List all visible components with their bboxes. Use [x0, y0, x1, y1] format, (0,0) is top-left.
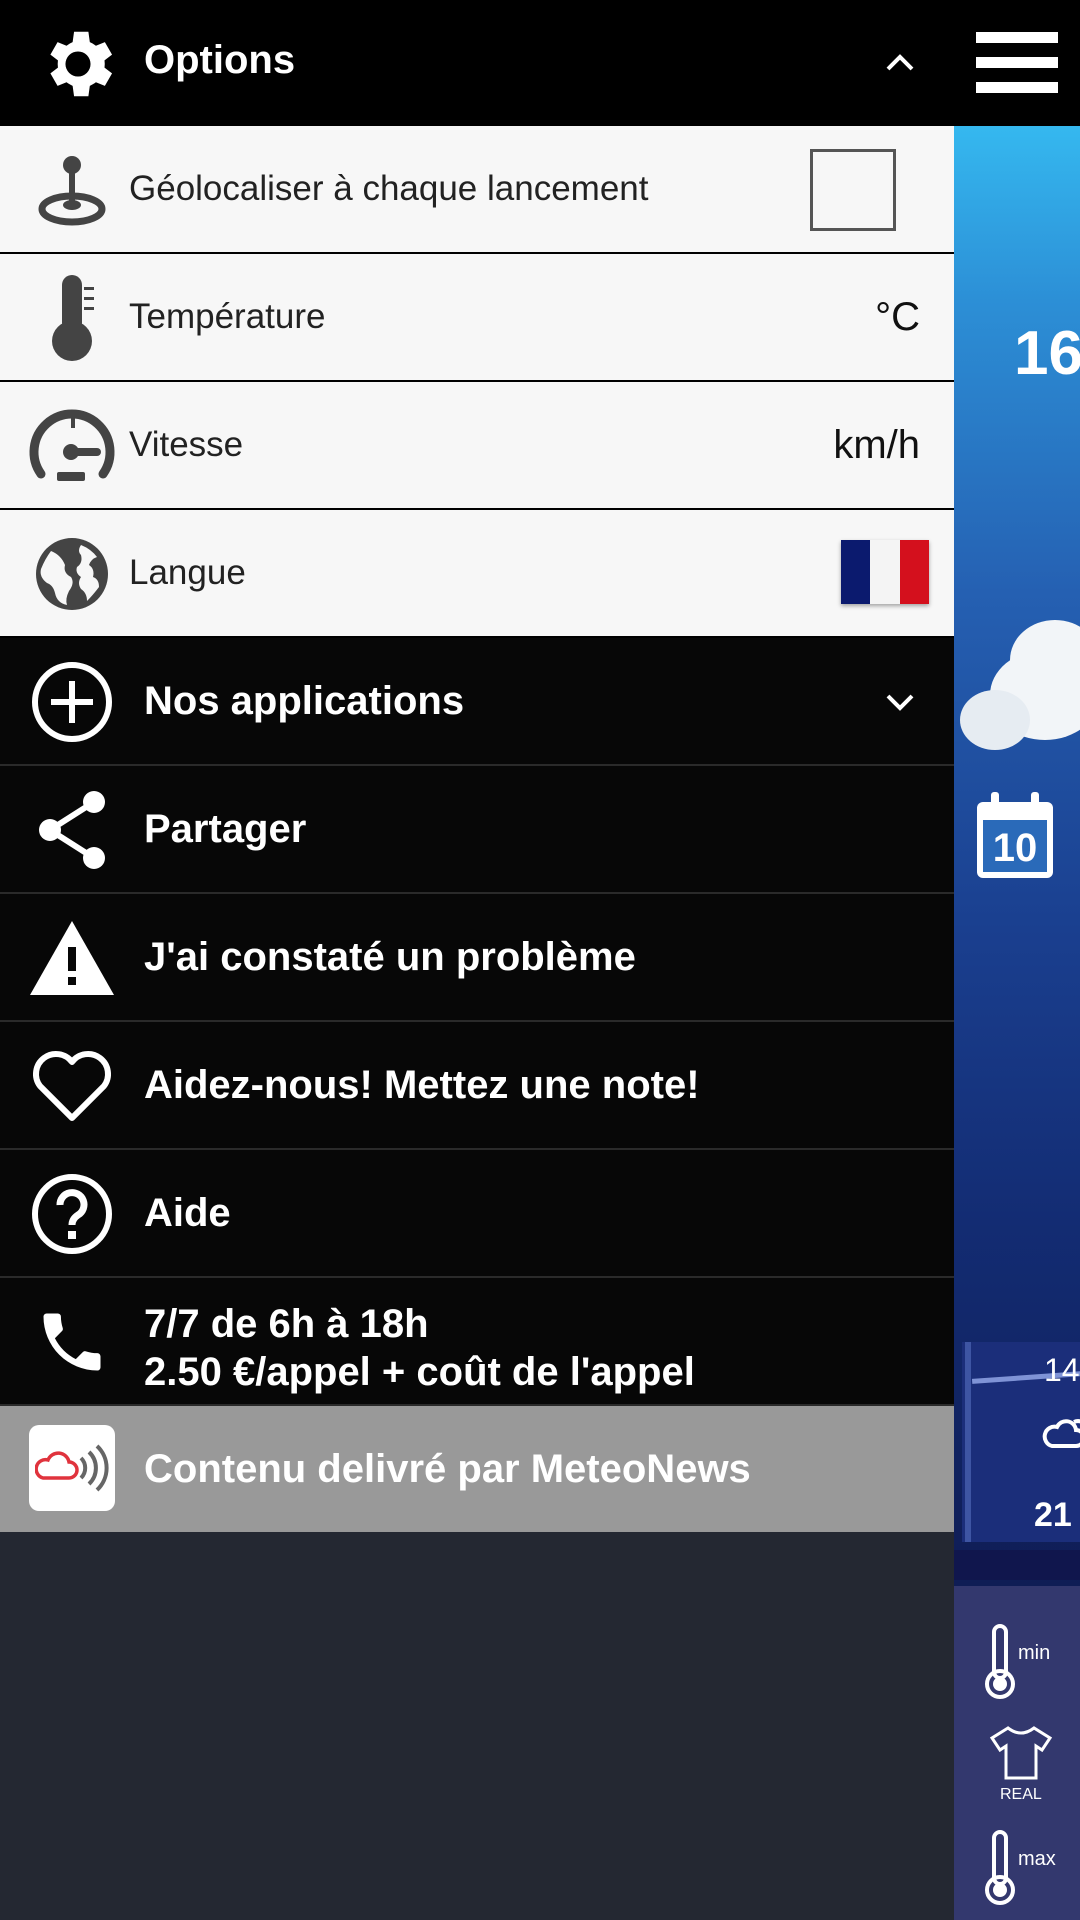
options-title: Options [144, 38, 296, 82]
add-circle-icon [22, 652, 122, 752]
help-circle-icon [22, 1164, 122, 1264]
our-apps-item[interactable]: Nos applications [0, 638, 954, 766]
calendar-icon[interactable]: 10 [973, 790, 1057, 882]
globe-icon [22, 524, 122, 624]
max-label: max [1018, 1848, 1056, 1870]
phone-contact-item[interactable]: 7/7 de 6h à 18h 2.50 €/appel + coût de l… [0, 1278, 954, 1406]
phone-contact-text: 7/7 de 6h à 18h 2.50 €/appel + coût de l… [144, 1300, 695, 1396]
share-icon [22, 780, 122, 880]
france-flag-icon[interactable] [841, 540, 929, 604]
calendar-day: 10 [992, 826, 1038, 870]
geolocation-setting[interactable]: Géolocaliser à chaque lancement [0, 126, 954, 254]
share-label: Partager [144, 806, 307, 851]
temperature-setting[interactable]: Température °C [0, 254, 954, 382]
heart-icon [22, 1036, 122, 1136]
geolocation-checkbox[interactable] [810, 149, 896, 231]
thermometer-max-icon[interactable]: max [980, 1830, 1070, 1910]
forecast-divider [965, 1342, 971, 1542]
navigation-drawer: Options Géolocaliser à chaque lancement [0, 0, 954, 1920]
share-item[interactable]: Partager [0, 766, 954, 894]
help-label: Aide [144, 1190, 231, 1235]
help-item[interactable]: Aide [0, 1150, 954, 1278]
min-label: min [1018, 1642, 1051, 1664]
speed-label: Vitesse [129, 425, 244, 464]
speedometer-icon [22, 396, 122, 496]
chevron-up-icon [886, 54, 914, 71]
report-problem-label: J'ai constaté un problème [144, 934, 636, 979]
report-problem-item[interactable]: J'ai constaté un problème [0, 894, 954, 1022]
cloud-image [960, 690, 1030, 750]
partly-cloudy-icon [1042, 1408, 1080, 1458]
phone-hours: 7/7 de 6h à 18h [144, 1302, 429, 1346]
joystick-icon [22, 140, 122, 240]
forecast-temperature: 21 [1034, 1496, 1072, 1534]
meteonews-logo-icon [22, 1418, 122, 1518]
temperature-unit-value: °C [875, 294, 920, 339]
forecast-time: 14 [1044, 1352, 1080, 1388]
options-header[interactable]: Options [0, 0, 954, 126]
our-apps-label: Nos applications [144, 678, 465, 723]
geolocation-label: Géolocaliser à chaque lancement [129, 169, 649, 208]
warning-icon [22, 908, 122, 1008]
language-label: Langue [129, 553, 246, 592]
language-setting[interactable]: Langue [0, 510, 954, 638]
speed-unit-value: km/h [833, 422, 920, 467]
gear-icon [28, 14, 128, 114]
temperature-label: Température [129, 297, 326, 336]
tshirt-icon[interactable]: REAL [980, 1724, 1070, 1810]
current-temperature: 16 [1014, 319, 1080, 388]
meteonews-credit-label: Contenu delivré par MeteoNews [144, 1446, 751, 1491]
rate-app-item[interactable]: Aidez-nous! Mettez une note! [0, 1022, 954, 1150]
speed-setting[interactable]: Vitesse km/h [0, 382, 954, 510]
phone-icon [22, 1292, 122, 1392]
real-label: REAL [1000, 1786, 1042, 1803]
meteonews-credit[interactable]: Contenu delivré par MeteoNews [0, 1406, 954, 1532]
thermometer-min-icon[interactable]: min [980, 1624, 1070, 1704]
rate-app-label: Aidez-nous! Mettez une note! [144, 1062, 700, 1107]
chevron-down-icon [886, 694, 914, 711]
thermometer-icon [22, 268, 122, 368]
hamburger-menu-icon[interactable] [976, 32, 1058, 94]
phone-cost: 2.50 €/appel + coût de l'appel [144, 1350, 695, 1394]
background-stripe [954, 1550, 1080, 1580]
